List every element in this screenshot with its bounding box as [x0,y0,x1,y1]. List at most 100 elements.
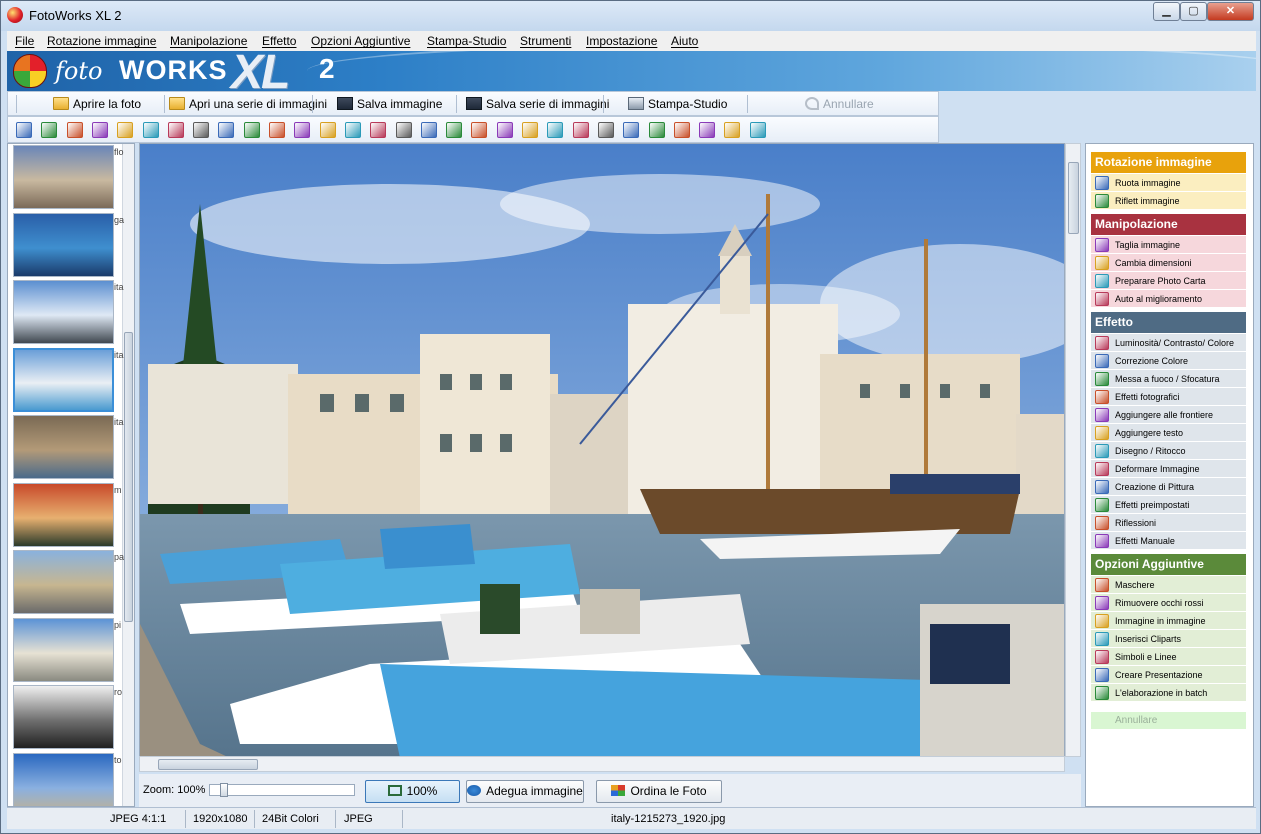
reflection-icon[interactable] [547,122,564,138]
sidebar-item[interactable]: Riflett immagine [1091,192,1246,210]
sidebar-item[interactable]: Creare Presentazione [1091,666,1246,684]
thumbnail-image[interactable] [13,347,114,412]
open-photo-button[interactable]: Aprire la foto [53,94,141,115]
fit-image-button[interactable]: Adegua immagine [466,780,584,803]
mask-icon[interactable] [597,122,614,138]
menu-strumenti[interactable]: Strumenti [520,34,571,48]
deform-icon[interactable] [471,122,488,138]
focus-icon[interactable] [344,122,361,138]
levels-icon[interactable] [294,122,311,138]
sidebar-item[interactable]: Correzione Colore [1091,352,1246,370]
open-series-button[interactable]: Apri una serie di immagini [169,94,327,115]
picture-in-picture-icon[interactable] [648,122,665,138]
red-eye-icon[interactable] [623,122,640,138]
thumbnail-image[interactable] [13,685,114,749]
sidebar-section-header[interactable]: Rotazione immagine [1091,152,1246,173]
clipart-icon[interactable] [673,122,690,138]
sidebar-undo-button[interactable]: Annullare [1091,712,1246,730]
sidebar-item[interactable]: Effetti fotografici [1091,388,1246,406]
undo-button[interactable]: Annullare [805,94,874,115]
sidebar-item[interactable]: Simboli e Linee [1091,648,1246,666]
viewer-horizontal-scrollbar[interactable] [139,756,1065,772]
sidebar-item[interactable]: Aggiungere testo [1091,424,1246,442]
batch-icon[interactable] [749,122,766,138]
menu-aiuto[interactable]: Aiuto [671,34,698,48]
sidebar-item[interactable]: Immagine in immagine [1091,612,1246,630]
paint-icon[interactable] [496,122,513,138]
sidebar-item[interactable]: Effetti Manuale [1091,532,1246,550]
menu-rotazione-immagine[interactable]: Rotazione immagine [47,34,156,48]
crop-icon[interactable] [218,122,235,138]
sidebar-item[interactable]: Maschere [1091,576,1246,594]
sidebar-item[interactable]: Cambia dimensioni [1091,254,1246,272]
sidebar-item[interactable]: Auto al miglioramento [1091,290,1246,308]
sidebar-item[interactable]: Luminosità/ Contrasto/ Colore [1091,334,1246,352]
viewer-horizontal-scroll-thumb[interactable] [158,759,258,770]
sidebar-item[interactable]: Inserisci Cliparts [1091,630,1246,648]
sidebar-item[interactable]: Rimuovere occhi rossi [1091,594,1246,612]
sidebar-item[interactable]: Messa a fuoco / Sfocatura [1091,370,1246,388]
menu-impostazione[interactable]: Impostazione [586,34,657,48]
print-studio-button[interactable]: Stampa-Studio [628,94,727,115]
frame-icon[interactable] [395,122,412,138]
draw-icon[interactable] [446,122,463,138]
resize-icon[interactable] [243,122,260,138]
sidebar-section-header[interactable]: Effetto [1091,312,1246,333]
preset-icon[interactable] [522,122,538,138]
rotate-right-icon[interactable] [41,122,58,138]
thumbnail-image[interactable] [13,617,114,682]
thumbnail-panel[interactable]: flo ga ita ita ita m pa pi ro to [7,143,135,807]
sidebar-section-header[interactable]: Manipolazione [1091,214,1246,235]
maximize-button[interactable]: ▢ [1180,2,1207,21]
zoom-slider-knob[interactable] [220,783,228,797]
sidebar-item[interactable]: Preparare Photo Carta [1091,272,1246,290]
sidebar-item[interactable]: Taglia immagine [1091,236,1246,254]
menu-file[interactable]: File [15,34,34,48]
mirror-icon[interactable] [142,122,159,138]
thumbnail-image[interactable] [13,415,114,479]
thumbnail-image[interactable] [13,550,114,614]
thumbnail-image[interactable] [13,482,114,547]
thumbnail-scroll-thumb[interactable] [124,332,133,622]
sidebar-item[interactable]: Deformare Immagine [1091,460,1246,478]
camera-effect-icon[interactable] [370,122,387,138]
rotate-left-icon[interactable] [16,122,32,138]
text-icon[interactable] [420,122,437,138]
menu-stampa-studio[interactable]: Stampa-Studio [427,34,506,48]
flip-icon[interactable] [117,122,134,138]
sidebar-item[interactable]: Riflessioni [1091,514,1246,532]
save-image-button[interactable]: Salva immagine [337,94,442,115]
close-button[interactable]: ✕ [1207,2,1254,21]
viewer-vertical-scroll-thumb[interactable] [1068,162,1079,234]
presentation-icon[interactable] [724,122,741,138]
viewer-vertical-scrollbar[interactable] [1065,143,1081,757]
sidebar-item[interactable]: L'elaborazione in batch [1091,684,1246,702]
menu-effetto[interactable]: Effetto [262,34,296,48]
rotate-cw-icon[interactable] [91,122,108,138]
sidebar-item[interactable]: Aggiungere alle frontiere [1091,406,1246,424]
minimize-button[interactable]: ▁ [1153,2,1180,21]
thumbnail-image[interactable] [13,145,114,209]
shapes-icon[interactable] [699,122,716,138]
menu-manipolazione[interactable]: Manipolazione [170,34,247,48]
thumbnail-image[interactable] [13,752,114,806]
sidebar-item[interactable]: Disegno / Ritocco [1091,442,1246,460]
zoom-100-button[interactable]: 100% [365,780,460,803]
title-bar[interactable]: FotoWorks XL 2 ▁ ▢ ✕ [1,1,1260,31]
zoom-slider[interactable] [209,783,355,797]
sidebar-item[interactable]: Creazione di Pittura [1091,478,1246,496]
straighten-icon[interactable] [167,122,184,138]
auto-fix-icon[interactable] [269,122,285,138]
save-series-button[interactable]: Salva serie di immagini [466,94,609,115]
sidebar-item[interactable]: Ruota immagine [1091,174,1246,192]
sidebar-section-header[interactable]: Opzioni Aggiuntive [1091,554,1246,575]
sort-photos-button[interactable]: Ordina le Foto [596,780,722,803]
color-icon[interactable] [319,122,336,138]
sidebar-item[interactable]: Effetti preimpostati [1091,496,1246,514]
thumbnail-image[interactable] [13,280,114,344]
image-viewer[interactable] [139,143,1065,757]
thumbnail-image[interactable] [13,212,114,277]
cut-icon[interactable] [193,122,210,138]
menu-opzioni-aggiuntive[interactable]: Opzioni Aggiuntive [311,34,410,48]
rotate-ccw-icon[interactable] [66,122,83,138]
